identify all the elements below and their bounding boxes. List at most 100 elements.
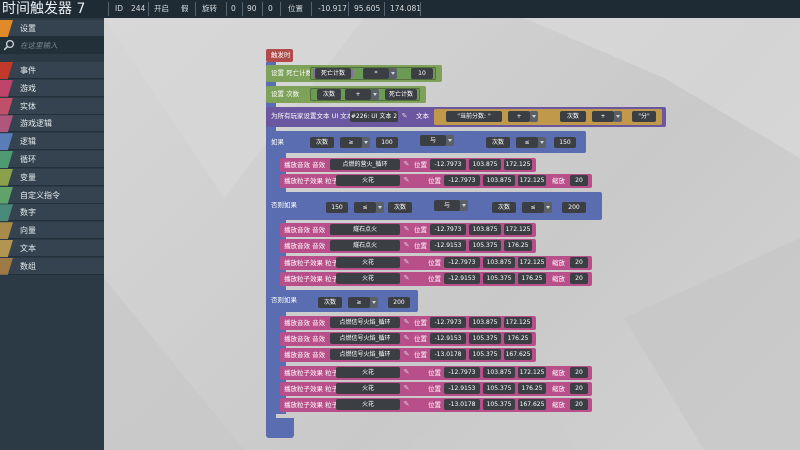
scale-slot[interactable]: 20 bbox=[570, 399, 588, 410]
event-hat-block[interactable]: 触发时 bbox=[266, 49, 293, 62]
edit-pencil-icon[interactable]: ✎ bbox=[402, 258, 411, 267]
coord-x-slot[interactable]: -12.9153 bbox=[444, 273, 480, 284]
particle-slot[interactable]: 火花 bbox=[336, 367, 400, 378]
coord-x-slot[interactable]: -13.0178 bbox=[430, 349, 466, 360]
edit-pencil-icon[interactable]: ✎ bbox=[402, 225, 411, 234]
operator-slot[interactable]: + bbox=[592, 111, 614, 122]
dropdown-arrow-icon[interactable] bbox=[614, 111, 622, 122]
coord-x-slot[interactable]: -12.9153 bbox=[430, 240, 466, 251]
dropdown-arrow-icon[interactable] bbox=[376, 202, 384, 213]
coord-y-slot[interactable]: 103.875 bbox=[483, 175, 515, 186]
coord-z-slot[interactable]: 172.125 bbox=[504, 224, 532, 235]
play-particle-block[interactable]: 播放粒子效果 粒子 火花 ✎ 位置 -13.0178 105.375 167.6… bbox=[280, 398, 592, 412]
dropdown-arrow-icon[interactable] bbox=[530, 111, 538, 122]
coord-y-slot[interactable]: 103.875 bbox=[469, 317, 501, 328]
category-item[interactable]: 文本 bbox=[0, 240, 104, 257]
category-item[interactable]: 自定义指令 bbox=[0, 186, 104, 204]
coord-z-slot[interactable]: 172.125 bbox=[504, 317, 532, 328]
logic-operator-slot[interactable]: 与 bbox=[434, 200, 460, 211]
edit-pencil-icon[interactable]: ✎ bbox=[402, 384, 411, 393]
logic-operator-slot[interactable]: 与 bbox=[420, 135, 446, 146]
play-sound-block[interactable]: 播放音效 音效 点燃的营火_循环 ✎ 位置 -12.7973 103.875 1… bbox=[280, 158, 536, 172]
dropdown-arrow-icon[interactable] bbox=[389, 68, 397, 79]
coord-y-slot[interactable]: 105.375 bbox=[483, 383, 515, 394]
dropdown-arrow-icon[interactable] bbox=[544, 202, 552, 213]
rotation-x[interactable]: 0 bbox=[231, 3, 236, 15]
operator-slot[interactable]: + bbox=[345, 89, 371, 100]
if-block[interactable]: 如果 次数 ≥ 100 与 次数 ≤ 150 bbox=[266, 131, 586, 153]
play-particle-block[interactable]: 播放粒子效果 粒子 火花 ✎ 位置 -12.9153 105.375 176.2… bbox=[280, 382, 592, 396]
particle-slot[interactable]: 火花 bbox=[336, 273, 400, 284]
coord-z-slot[interactable]: 172.125 bbox=[518, 175, 546, 186]
coord-y-slot[interactable]: 105.375 bbox=[469, 333, 501, 344]
coord-x-slot[interactable]: -12.7973 bbox=[444, 175, 480, 186]
particle-slot[interactable]: 火花 bbox=[336, 383, 400, 394]
operator-slot[interactable]: ≤ bbox=[516, 137, 538, 148]
id-value[interactable]: 244 bbox=[131, 3, 145, 15]
number-slot[interactable]: 100 bbox=[376, 137, 398, 148]
operator-slot[interactable]: ≥ bbox=[348, 297, 370, 308]
particle-slot[interactable]: 火花 bbox=[336, 257, 400, 268]
position-y[interactable]: 95.605 bbox=[354, 3, 380, 15]
coord-y-slot[interactable]: 105.375 bbox=[483, 399, 515, 410]
sound-slot[interactable]: 点燃信号火焰_循环 bbox=[330, 333, 400, 344]
variable-slot[interactable]: 次数 bbox=[560, 111, 586, 122]
number-slot[interactable]: 200 bbox=[388, 297, 410, 308]
number-slot[interactable]: 200 bbox=[562, 202, 586, 213]
play-particle-block[interactable]: 播放粒子效果 粒子 火花 ✎ 位置 -12.7973 103.875 172.1… bbox=[280, 174, 592, 188]
operator-slot[interactable]: ≤ bbox=[354, 202, 376, 213]
scale-slot[interactable]: 20 bbox=[570, 383, 588, 394]
category-item[interactable]: 事件 bbox=[0, 62, 104, 79]
category-item[interactable]: 游戏逻辑 bbox=[0, 115, 104, 133]
edit-pencil-icon[interactable]: ✎ bbox=[402, 274, 411, 283]
dropdown-arrow-icon[interactable] bbox=[446, 135, 454, 146]
edit-pencil-icon[interactable]: ✎ bbox=[402, 334, 411, 343]
coord-z-slot[interactable]: 176.25 bbox=[504, 333, 532, 344]
coord-y-slot[interactable]: 105.375 bbox=[469, 240, 501, 251]
play-particle-block[interactable]: 播放粒子效果 粒子 火花 ✎ 位置 -12.7973 103.875 172.1… bbox=[280, 366, 592, 380]
particle-slot[interactable]: 火花 bbox=[336, 175, 400, 186]
play-sound-block[interactable]: 播放音效 音效 燧石点火 ✎ 位置 -12.9153 105.375 176.2… bbox=[280, 239, 536, 253]
enabled-value[interactable]: 假 bbox=[181, 3, 189, 15]
category-item[interactable]: 向量 bbox=[0, 222, 104, 240]
category-item[interactable]: 数组 bbox=[0, 257, 104, 275]
ui-element-slot[interactable]: #226: UI 文本 2 bbox=[350, 111, 398, 122]
coord-y-slot[interactable]: 103.875 bbox=[483, 367, 515, 378]
coord-z-slot[interactable]: 167.625 bbox=[504, 349, 532, 360]
variable-slot[interactable]: 次数 bbox=[486, 137, 510, 148]
string-slot[interactable]: "当前分数: " bbox=[446, 111, 502, 122]
scale-slot[interactable]: 20 bbox=[570, 273, 588, 284]
else-if-block[interactable]: 否则如果 150 ≤ 次数 与 次数 ≤ 200 bbox=[266, 192, 602, 220]
variable-slot[interactable]: 次数 bbox=[388, 202, 412, 213]
coord-z-slot[interactable]: 176.25 bbox=[504, 240, 532, 251]
edit-pencil-icon[interactable]: ✎ bbox=[402, 160, 411, 169]
variable-slot[interactable]: 次数 bbox=[318, 297, 342, 308]
string-slot[interactable]: "分" bbox=[632, 111, 656, 122]
scale-slot[interactable]: 20 bbox=[570, 175, 588, 186]
coord-x-slot[interactable]: -12.7973 bbox=[444, 367, 480, 378]
coord-y-slot[interactable]: 103.875 bbox=[469, 159, 501, 170]
coord-y-slot[interactable]: 103.875 bbox=[469, 224, 501, 235]
operator-slot[interactable]: * bbox=[363, 68, 389, 79]
coord-y-slot[interactable]: 105.375 bbox=[469, 349, 501, 360]
category-settings[interactable]: 设置 bbox=[0, 20, 104, 37]
workspace-canvas[interactable]: 触发时 设置 死亡计数 死亡计数 * 10 设置 次数 次数 + 死亡计数 为所… bbox=[104, 18, 800, 450]
operator-slot[interactable]: + bbox=[508, 111, 530, 122]
edit-pencil-icon[interactable]: ✎ bbox=[402, 400, 411, 409]
play-sound-block[interactable]: 播放音效 音效 点燃信号火焰_循环 ✎ 位置 -12.9153 105.375 … bbox=[280, 332, 536, 346]
coord-x-slot[interactable]: -12.7973 bbox=[430, 159, 466, 170]
edit-pencil-icon[interactable]: ✎ bbox=[402, 350, 411, 359]
coord-x-slot[interactable]: -13.0178 bbox=[444, 399, 480, 410]
number-slot[interactable]: 150 bbox=[326, 202, 348, 213]
particle-slot[interactable]: 火花 bbox=[336, 399, 400, 410]
sound-slot[interactable]: 点燃信号火焰_循环 bbox=[330, 317, 400, 328]
variable-slot[interactable]: 死亡计数 bbox=[385, 89, 417, 100]
dropdown-arrow-icon[interactable] bbox=[460, 200, 468, 211]
variable-slot[interactable]: 次数 bbox=[310, 137, 334, 148]
coord-x-slot[interactable]: -12.7973 bbox=[430, 317, 466, 328]
dropdown-arrow-icon[interactable] bbox=[362, 137, 370, 148]
number-slot[interactable]: 10 bbox=[411, 68, 433, 79]
position-z[interactable]: 174.081 bbox=[390, 3, 421, 15]
rotation-y[interactable]: 90 bbox=[247, 3, 257, 15]
category-item[interactable]: 数字 bbox=[0, 204, 104, 222]
